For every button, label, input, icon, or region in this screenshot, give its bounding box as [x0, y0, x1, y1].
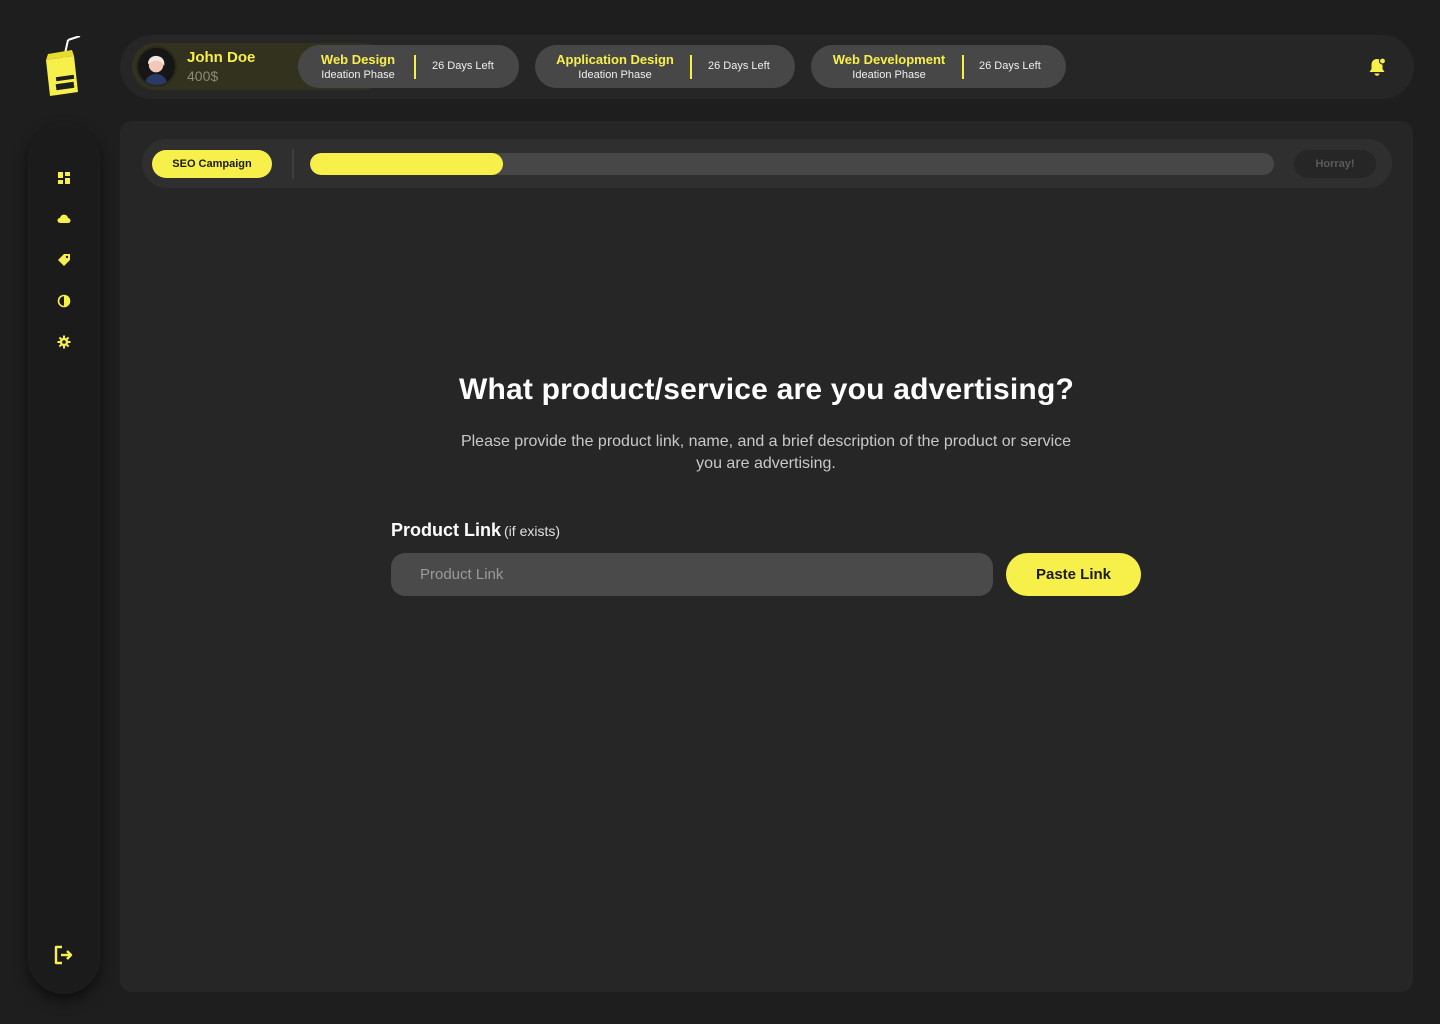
logout-button[interactable]: [28, 942, 100, 972]
project-title: Web Development: [832, 52, 946, 67]
question-description: Please provide the product link, name, a…: [460, 433, 1072, 472]
project-chip-web-development[interactable]: Web Development Ideation Phase 26 Days L…: [811, 45, 1066, 88]
tag-icon: [57, 253, 71, 272]
project-days-left: 26 Days Left: [432, 60, 494, 72]
juice-box-logo: [40, 35, 84, 98]
project-separator: [414, 55, 416, 79]
bell-icon: [1366, 57, 1388, 82]
project-chip-web-design[interactable]: Web Design Ideation Phase 26 Days Left: [298, 45, 519, 88]
completion-label: Horray!: [1294, 150, 1376, 178]
cloud-icon: [57, 212, 71, 231]
project-days-left: 26 Days Left: [979, 60, 1041, 72]
divider: [292, 149, 294, 179]
product-link-input[interactable]: [391, 553, 993, 596]
campaign-label-pill[interactable]: SEO Campaign: [152, 150, 272, 178]
logout-icon: [53, 944, 75, 971]
notifications-button[interactable]: [1366, 56, 1388, 78]
top-bar: John Doe 400$ Web Design Ideation Phase …: [120, 35, 1414, 99]
progress-fill: [310, 153, 503, 175]
sidebar: [28, 124, 100, 994]
dashboard-icon: [57, 171, 71, 190]
page-question: What product/service are you advertising…: [458, 373, 1075, 406]
paste-link-button[interactable]: Paste Link: [1006, 553, 1141, 596]
avatar: [136, 46, 177, 87]
project-separator: [962, 55, 964, 79]
sidebar-item-cloud[interactable]: [28, 201, 100, 242]
progress-track: [310, 153, 1274, 175]
sidebar-item-dashboard[interactable]: [28, 160, 100, 201]
campaign-progress-bar: SEO Campaign Horray!: [142, 139, 1392, 188]
project-title: Application Design: [556, 52, 674, 67]
user-balance: 400$: [187, 68, 219, 84]
field-hint: (if exists): [504, 523, 561, 539]
product-link-label: Product Link (if exists): [391, 520, 560, 541]
sidebar-item-tags[interactable]: [28, 242, 100, 283]
project-title: Web Design: [320, 52, 396, 67]
project-phase: Ideation Phase: [321, 69, 395, 81]
project-days-left: 26 Days Left: [708, 60, 770, 72]
user-name: John Doe: [187, 49, 256, 66]
project-phase: Ideation Phase: [852, 69, 926, 81]
project-chip-application-design[interactable]: Application Design Ideation Phase 26 Day…: [535, 45, 795, 88]
gear-icon: [57, 335, 71, 354]
sidebar-item-theme[interactable]: [28, 283, 100, 324]
sidebar-nav: [28, 160, 100, 365]
field-label-text: Product Link: [391, 520, 502, 540]
project-separator: [690, 55, 692, 79]
main-panel: SEO Campaign Horray! What product/servic…: [120, 121, 1413, 992]
project-phase: Ideation Phase: [578, 69, 652, 81]
sidebar-item-settings[interactable]: [28, 324, 100, 365]
contrast-icon: [57, 294, 71, 313]
